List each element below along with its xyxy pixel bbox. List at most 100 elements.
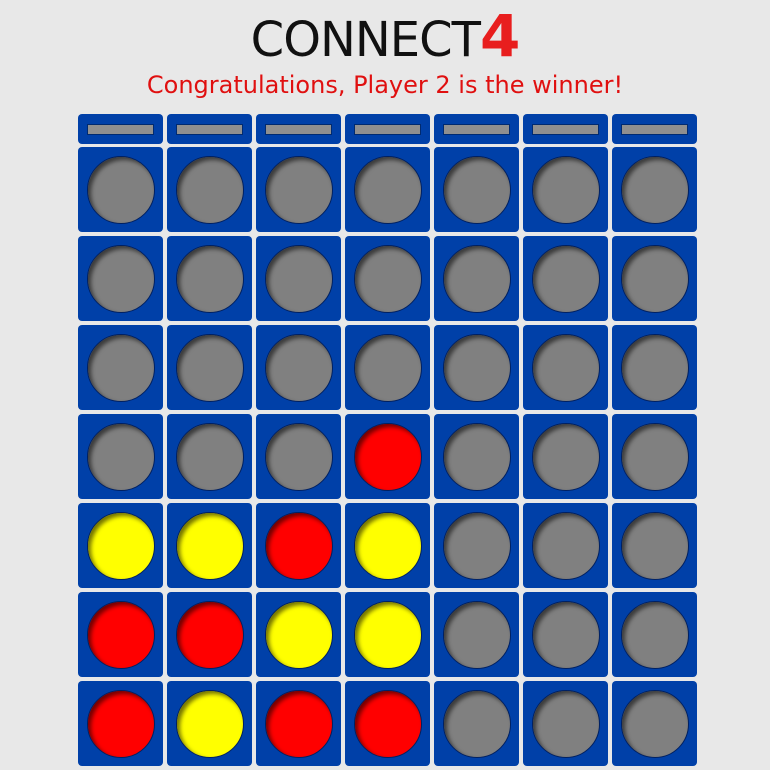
board-cell[interactable] xyxy=(523,503,608,588)
board-cell[interactable] xyxy=(167,414,252,499)
board-cell[interactable] xyxy=(256,236,341,321)
drop-slot-icon xyxy=(354,124,421,135)
board-cell[interactable] xyxy=(78,592,163,677)
empty-slot xyxy=(176,423,244,491)
board-cell[interactable] xyxy=(523,414,608,499)
empty-slot xyxy=(443,156,511,224)
board-cell[interactable] xyxy=(167,681,252,766)
board-cell[interactable] xyxy=(523,325,608,410)
board-cell[interactable] xyxy=(612,681,697,766)
drop-button-col-4[interactable] xyxy=(345,114,430,144)
empty-slot xyxy=(354,156,422,224)
empty-slot xyxy=(532,601,600,669)
board-cell[interactable] xyxy=(523,147,608,232)
board-cell[interactable] xyxy=(78,414,163,499)
board-cell[interactable] xyxy=(167,592,252,677)
yellow-disc xyxy=(354,601,422,669)
page-title: CONNECT4 xyxy=(0,2,770,74)
drop-slot-icon xyxy=(87,124,154,135)
board-cell[interactable] xyxy=(345,592,430,677)
board-cell[interactable] xyxy=(256,592,341,677)
empty-slot xyxy=(532,512,600,580)
board-cell[interactable] xyxy=(345,503,430,588)
red-disc xyxy=(176,601,244,669)
board-cell[interactable] xyxy=(78,147,163,232)
empty-slot xyxy=(621,423,689,491)
empty-slot xyxy=(532,334,600,402)
empty-slot xyxy=(443,512,511,580)
yellow-disc xyxy=(176,512,244,580)
drop-button-col-5[interactable] xyxy=(434,114,519,144)
board-cell[interactable] xyxy=(256,681,341,766)
board-cell[interactable] xyxy=(167,236,252,321)
drop-button-col-1[interactable] xyxy=(78,114,163,144)
red-disc xyxy=(87,690,155,758)
red-disc xyxy=(87,601,155,669)
empty-slot xyxy=(621,690,689,758)
drop-button-col-2[interactable] xyxy=(167,114,252,144)
drop-slot-icon xyxy=(532,124,599,135)
title-number: 4 xyxy=(479,2,520,70)
empty-slot xyxy=(532,245,600,313)
board-cell[interactable] xyxy=(345,681,430,766)
board-cell[interactable] xyxy=(167,147,252,232)
empty-slot xyxy=(354,245,422,313)
drop-slot-icon xyxy=(265,124,332,135)
board-cell[interactable] xyxy=(78,681,163,766)
empty-slot xyxy=(621,334,689,402)
empty-slot xyxy=(265,334,333,402)
drop-slot-icon xyxy=(176,124,243,135)
board-cell[interactable] xyxy=(256,414,341,499)
column-drop-buttons xyxy=(78,114,702,144)
board-cell[interactable] xyxy=(345,236,430,321)
board-cell[interactable] xyxy=(256,147,341,232)
empty-slot xyxy=(443,245,511,313)
board-cell[interactable] xyxy=(612,503,697,588)
drop-button-col-7[interactable] xyxy=(612,114,697,144)
yellow-disc xyxy=(87,512,155,580)
drop-slot-icon xyxy=(621,124,688,135)
empty-slot xyxy=(87,334,155,402)
board-cell[interactable] xyxy=(523,681,608,766)
board-cell[interactable] xyxy=(78,236,163,321)
empty-slot xyxy=(176,245,244,313)
board-cell[interactable] xyxy=(434,592,519,677)
yellow-disc xyxy=(354,512,422,580)
board-cell[interactable] xyxy=(434,503,519,588)
board-cell[interactable] xyxy=(434,236,519,321)
status-message: Congratulations, Player 2 is the winner! xyxy=(146,71,624,99)
board-cell[interactable] xyxy=(78,503,163,588)
red-disc xyxy=(265,690,333,758)
board-cell[interactable] xyxy=(612,414,697,499)
board-cell[interactable] xyxy=(612,592,697,677)
board-cell[interactable] xyxy=(434,681,519,766)
empty-slot xyxy=(176,334,244,402)
empty-slot xyxy=(265,245,333,313)
drop-button-col-3[interactable] xyxy=(256,114,341,144)
empty-slot xyxy=(621,245,689,313)
drop-button-col-6[interactable] xyxy=(523,114,608,144)
board-cell[interactable] xyxy=(345,414,430,499)
empty-slot xyxy=(443,601,511,669)
empty-slot xyxy=(532,156,600,224)
empty-slot xyxy=(443,423,511,491)
empty-slot xyxy=(265,423,333,491)
yellow-disc xyxy=(176,690,244,758)
board-cell[interactable] xyxy=(167,503,252,588)
board-cell[interactable] xyxy=(612,325,697,410)
board-cell[interactable] xyxy=(345,147,430,232)
board-cell[interactable] xyxy=(167,325,252,410)
board-cell[interactable] xyxy=(434,147,519,232)
board-cell[interactable] xyxy=(78,325,163,410)
board-cell[interactable] xyxy=(523,236,608,321)
board-cell[interactable] xyxy=(612,147,697,232)
board-cell[interactable] xyxy=(256,325,341,410)
empty-slot xyxy=(532,690,600,758)
board-cell[interactable] xyxy=(345,325,430,410)
board-cell[interactable] xyxy=(612,236,697,321)
board-cell[interactable] xyxy=(256,503,341,588)
board-cell[interactable] xyxy=(434,325,519,410)
empty-slot xyxy=(443,334,511,402)
board-cell[interactable] xyxy=(434,414,519,499)
board-cell[interactable] xyxy=(523,592,608,677)
